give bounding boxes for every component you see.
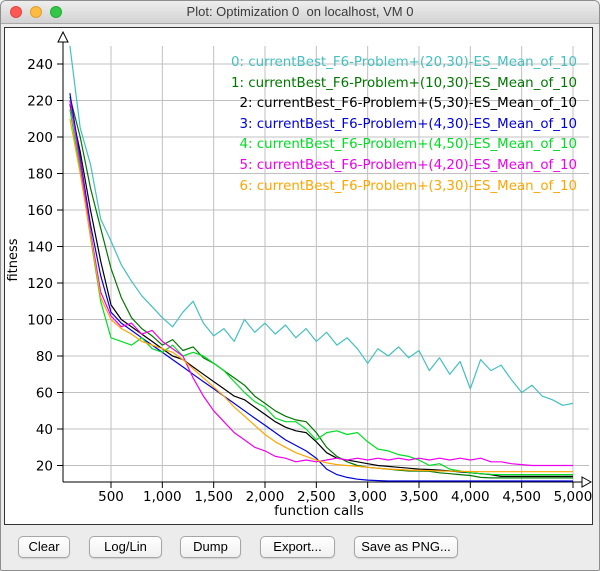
- series-line: [70, 97, 573, 478]
- y-tick-label: 180: [27, 167, 53, 183]
- x-axis-label: function calls: [274, 503, 364, 519]
- x-tick-label: 1,500: [194, 489, 233, 505]
- y-tick-label: 60: [36, 386, 53, 402]
- window-title: Plot: Optimization 0 on localhost, VM 0: [1, 4, 599, 19]
- y-tick-label: 80: [36, 349, 53, 365]
- series-line: [70, 110, 573, 475]
- y-tick-label: 160: [27, 203, 53, 219]
- y-tick-label: 120: [27, 276, 53, 292]
- series-line: [70, 119, 573, 472]
- dump-button[interactable]: Dump: [180, 536, 241, 558]
- y-tick-label: 140: [27, 240, 53, 256]
- x-tick-label: 4,000: [451, 489, 490, 505]
- log-lin-button[interactable]: Log/Lin: [89, 536, 162, 558]
- y-tick-label: 220: [27, 94, 53, 110]
- y-axis-arrow-icon: [58, 32, 68, 42]
- x-tick-label: 1,000: [143, 489, 182, 505]
- x-tick-label: 3,500: [400, 489, 439, 505]
- y-tick-label: 40: [36, 422, 53, 438]
- save-as-png-button[interactable]: Save as PNG...: [354, 536, 458, 558]
- title-bar[interactable]: Plot: Optimization 0 on localhost, VM 0: [1, 1, 599, 24]
- clear-button[interactable]: Clear: [18, 536, 70, 558]
- x-axis-arrow-icon: [582, 477, 591, 487]
- series-line: [70, 46, 573, 406]
- y-tick-label: 240: [27, 57, 53, 73]
- y-tick-label: 20: [36, 459, 53, 475]
- x-tick-label: 5,000: [554, 489, 592, 505]
- plot-canvas[interactable]: 20 40 60 80 100 120 140 160 180 200 220 240 500 1,000…: [4, 27, 593, 525]
- export-button[interactable]: Export...: [260, 536, 335, 558]
- x-tick-label: 4,500: [502, 489, 541, 505]
- fitness-chart: 20 40 60 80 100 120 140 160 180 200 220 240 500 1,000…: [5, 28, 592, 524]
- y-tick-label: 100: [27, 313, 53, 329]
- series-line: [70, 93, 573, 481]
- y-tick-label: 200: [27, 130, 53, 146]
- x-tick-label: 500: [98, 489, 124, 505]
- series-line: [70, 104, 573, 476]
- y-axis-label: fitness: [6, 238, 21, 281]
- plot-window: Plot: Optimization 0 on localhost, VM 0 …: [0, 0, 600, 571]
